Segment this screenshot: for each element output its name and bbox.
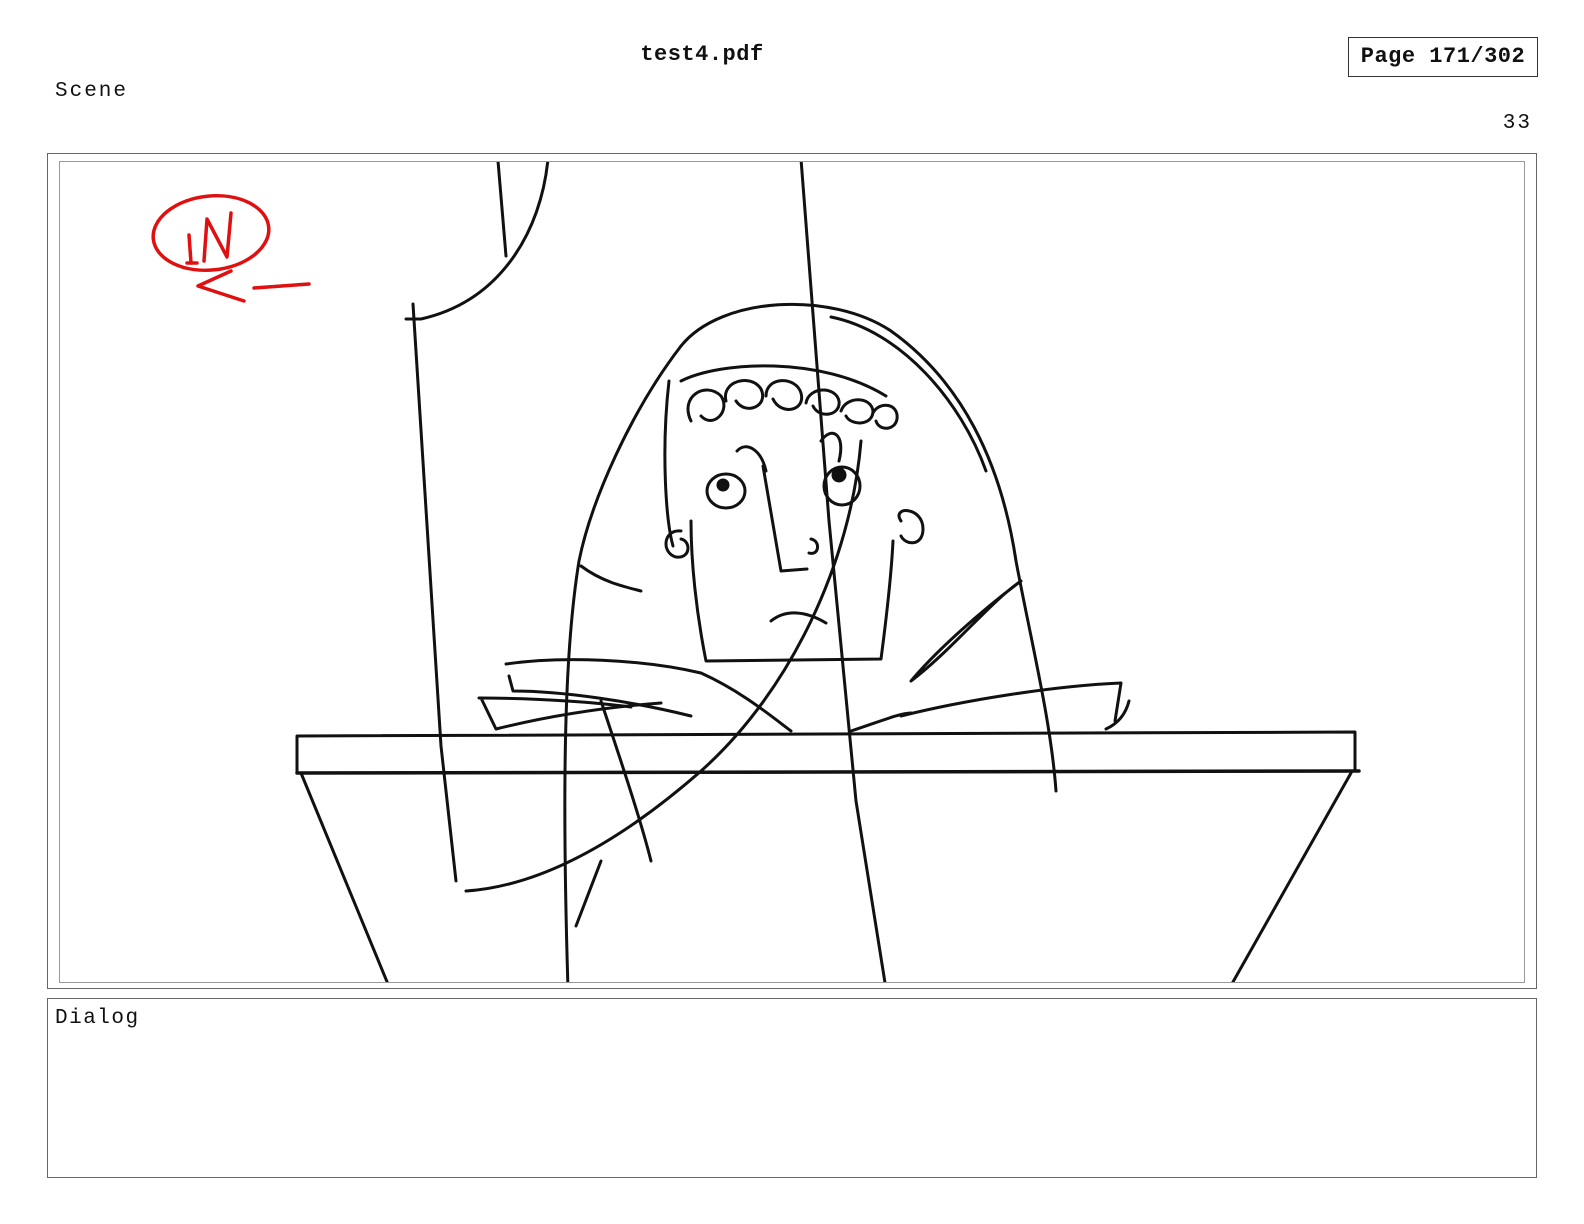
curtain-line-left (496, 162, 508, 258)
sketch-drawing (151, 162, 1361, 982)
dialog-label: Dialog (55, 1007, 140, 1030)
podium-left-side (299, 771, 389, 982)
vertical-line-1 (411, 302, 458, 883)
nose (761, 464, 809, 573)
page-indicator: Page 171/302 (1348, 37, 1538, 77)
document-title: test4.pdf (640, 42, 764, 67)
scene-label: Scene (55, 80, 129, 103)
podium-right-side (1231, 771, 1353, 982)
ear-right (897, 509, 925, 545)
robe-right (899, 681, 1123, 723)
in-arrow (196, 269, 246, 303)
mouth (769, 611, 828, 625)
face-outline (689, 519, 895, 663)
in-circle (151, 193, 271, 273)
hair-curls (686, 379, 899, 430)
hood-outer (679, 302, 1058, 793)
storyboard-panel (59, 161, 1525, 983)
vertical-line-2 (799, 162, 887, 982)
eye-left (705, 472, 747, 510)
ear-left (664, 529, 690, 559)
sketch-lines (295, 162, 1361, 982)
podium-top (295, 730, 1357, 775)
dialog-box: Dialog (47, 998, 1537, 1178)
curtain-curve (404, 162, 550, 321)
panel-number: 33 (1502, 112, 1532, 135)
in-annotation (151, 193, 311, 303)
